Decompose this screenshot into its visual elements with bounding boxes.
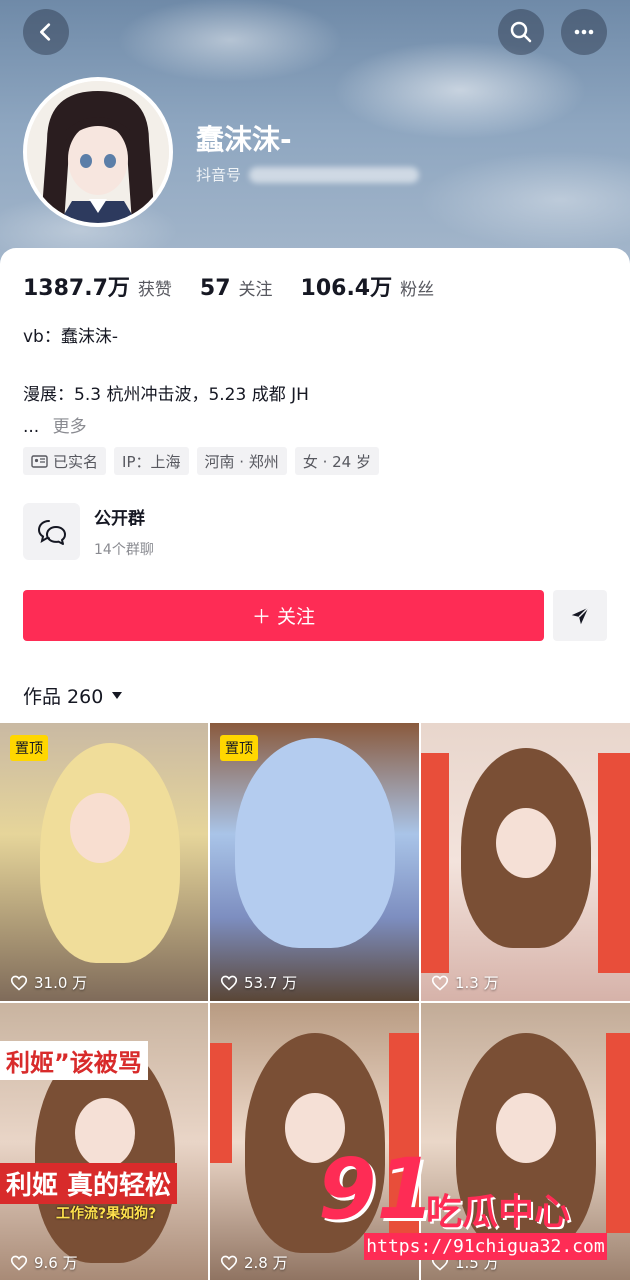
video-likes: 9.6 万: [10, 1252, 78, 1273]
watermark-text: 吃瓜中心: [426, 1192, 571, 1233]
following-count[interactable]: 57: [200, 276, 231, 301]
video-likes: 31.0 万: [10, 972, 87, 993]
video-likes-count: 31.0 万: [34, 974, 88, 992]
video-likes-count: 53.7 万: [244, 974, 298, 992]
chat-bubbles-icon: [37, 519, 66, 545]
bio-line-3: ... 更多: [23, 412, 87, 437]
thumbnail-face: [75, 1098, 135, 1168]
video-likes: 2.8 万: [220, 1252, 288, 1273]
heart-icon: [10, 1255, 28, 1271]
more-dots-icon: [574, 29, 594, 35]
works-label: 作品 260: [23, 686, 104, 708]
followers-count[interactable]: 106.4万: [301, 270, 393, 302]
thumbnail-red-banner: [598, 753, 630, 973]
send-icon: [571, 606, 589, 624]
douyin-id-value-blurred: [249, 166, 420, 183]
chevron-left-icon: [40, 23, 51, 41]
group-subtitle: 14个群聊: [94, 542, 154, 558]
thumbnail-face: [496, 1093, 556, 1163]
video-likes-count: 9.6 万: [34, 1254, 78, 1272]
tag-verified-label: 已实名: [53, 452, 99, 471]
thumbnail-figure: [235, 738, 395, 948]
video-thumbnail[interactable]: 置顶 31.0 万: [0, 723, 208, 1001]
video-thumbnail[interactable]: 置顶 53.7 万: [210, 723, 419, 1001]
works-tab[interactable]: 作品 260: [23, 682, 123, 709]
tag-ip-label: IP：上海: [122, 452, 181, 471]
douyin-id[interactable]: 抖音号: [196, 164, 420, 185]
likes-label: 获赞: [137, 280, 172, 300]
overlay-subcaption: 工作流?果如狗?: [56, 1206, 157, 1222]
bio-ellipsis: ...: [23, 417, 40, 437]
nickname: 蠢沫沫-: [196, 123, 292, 156]
bio-more-link[interactable]: 更多: [53, 417, 87, 437]
tag-gender-age-label: 女 · 24 岁: [302, 452, 371, 471]
tag-ip: IP：上海: [114, 447, 189, 475]
overlay-caption: 利姬 真的轻松: [0, 1163, 178, 1204]
heart-icon: [431, 975, 449, 991]
heart-icon: [220, 975, 238, 991]
pinned-badge: 置顶: [10, 735, 48, 761]
bio-line-1: vb：蠢沫沫-: [23, 327, 118, 347]
tag-verified: 已实名: [23, 447, 107, 475]
tag-row: 已实名 IP：上海 河南 · 郑州 女 · 24 岁: [23, 447, 379, 475]
watermark-url: https://91chigua32.com: [364, 1233, 607, 1260]
likes-count: 1387.7万: [23, 276, 130, 301]
tag-gender-age: 女 · 24 岁: [294, 447, 379, 475]
heart-icon: [220, 1255, 238, 1271]
tag-location: 河南 · 郑州: [196, 447, 287, 475]
video-likes: 1.3 万: [431, 972, 499, 993]
share-button[interactable]: [553, 590, 607, 641]
group-title: 公开群: [94, 509, 145, 529]
bio-line-2: 漫展：5.3 杭州冲击波，5.23 成都 JH: [23, 385, 309, 405]
tag-location-label: 河南 · 郑州: [204, 452, 279, 471]
caret-down-icon: [112, 691, 123, 699]
thumbnail-red-banner: [210, 1043, 232, 1163]
heart-icon: [10, 975, 28, 991]
following-label[interactable]: 关注: [239, 275, 273, 300]
thumbnail-face: [70, 793, 130, 863]
public-group[interactable]: 公开群 14个群聊: [23, 503, 154, 560]
back-button[interactable]: [23, 9, 69, 55]
overlay-title: 利姬”该被骂: [0, 1041, 148, 1080]
group-chat-icon-box: [23, 503, 80, 560]
avatar[interactable]: [23, 77, 173, 227]
thumbnail-face: [496, 808, 556, 878]
stats-row: 1387.7万 获赞 57 关注 106.4万 粉丝: [23, 270, 454, 302]
thumbnail-red-banner: [421, 753, 449, 973]
avatar-illustration: [27, 81, 169, 223]
video-thumbnail[interactable]: 利姬”该被骂 利姬 真的轻松 工作流?果如狗? 9.6 万: [0, 1003, 208, 1280]
pinned-badge: 置顶: [220, 735, 258, 761]
video-likes: 53.7 万: [220, 972, 297, 993]
search-button[interactable]: [498, 9, 544, 55]
douyin-id-label: 抖音号: [196, 166, 242, 184]
search-icon: [510, 21, 532, 43]
watermark-logo: 91: [318, 1140, 435, 1238]
video-thumbnail[interactable]: 1.3 万: [421, 723, 630, 1001]
follow-button[interactable]: ＋ 关注: [23, 590, 544, 641]
video-likes-count: 1.3 万: [455, 974, 499, 992]
thumbnail-red-banner: [606, 1033, 630, 1233]
id-card-icon: [31, 454, 48, 468]
followers-label[interactable]: 粉丝: [400, 275, 434, 300]
more-button[interactable]: [561, 9, 607, 55]
video-likes-count: 2.8 万: [244, 1254, 288, 1272]
